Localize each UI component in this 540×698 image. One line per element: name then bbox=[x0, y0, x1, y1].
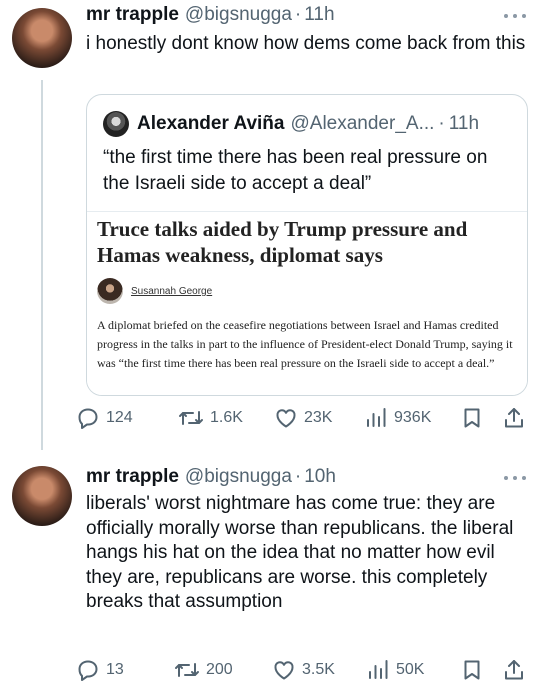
views-icon bbox=[367, 408, 386, 427]
like-icon bbox=[274, 661, 294, 680]
separator-dot: · bbox=[294, 466, 302, 487]
tweet-header: mr trapple @bigsnugga · 10h bbox=[86, 464, 336, 490]
author-photo bbox=[97, 278, 123, 304]
action-bar: 124 1.6K 23K 936K bbox=[76, 406, 526, 430]
share-icon bbox=[505, 408, 523, 428]
repost-count: 1.6K bbox=[210, 409, 243, 426]
bookmark-icon bbox=[464, 408, 480, 428]
like-count: 23K bbox=[304, 409, 333, 426]
bookmark-icon bbox=[464, 660, 480, 680]
tweet-header: mr trapple @bigsnugga · 11h bbox=[86, 2, 335, 28]
article-byline: Susannah George bbox=[97, 278, 212, 304]
reply-button[interactable]: 13 bbox=[76, 658, 124, 682]
quote-timestamp: 11h bbox=[448, 113, 480, 134]
username[interactable]: @bigsnugga bbox=[185, 4, 292, 26]
tweet[interactable]: mr trapple @bigsnugga · 10h liberals' wo… bbox=[0, 452, 540, 698]
reply-button[interactable]: 124 bbox=[76, 406, 133, 430]
bookmark-button[interactable] bbox=[460, 406, 484, 430]
action-bar: 13 200 3.5K 50K bbox=[76, 658, 526, 682]
more-icon[interactable] bbox=[504, 474, 526, 482]
quote-avatar bbox=[103, 111, 129, 137]
like-icon bbox=[276, 409, 296, 428]
article-headline: Truce talks aided by Trump pressure and … bbox=[97, 217, 468, 267]
reply-count: 124 bbox=[106, 409, 133, 426]
quote-tweet[interactable]: Alexander Aviña @Alexander_A... · 11h “t… bbox=[86, 94, 528, 396]
repost-icon bbox=[179, 411, 203, 425]
views-icon bbox=[369, 660, 388, 679]
timestamp[interactable]: 10h bbox=[304, 466, 336, 488]
bookmark-button[interactable] bbox=[460, 658, 484, 682]
more-icon[interactable] bbox=[504, 12, 526, 20]
share-icon bbox=[505, 660, 523, 680]
article-screenshot[interactable]: Truce talks aided by Trump pressure and … bbox=[87, 211, 527, 395]
avatar[interactable] bbox=[12, 8, 72, 68]
views-count: 50K bbox=[396, 661, 425, 678]
display-name[interactable]: mr trapple bbox=[86, 4, 179, 26]
repost-button[interactable]: 200 bbox=[174, 658, 233, 682]
tweet-text: i honestly dont know how dems come back … bbox=[86, 33, 526, 54]
like-button[interactable]: 23K bbox=[274, 406, 332, 430]
share-button[interactable] bbox=[502, 406, 526, 430]
like-count: 3.5K bbox=[302, 661, 335, 678]
separator-dot: · bbox=[438, 113, 445, 134]
reply-count: 13 bbox=[106, 661, 124, 678]
quote-username: @Alexander_A... bbox=[290, 113, 435, 134]
username[interactable]: @bigsnugga bbox=[185, 466, 292, 488]
like-button[interactable]: 3.5K bbox=[272, 658, 335, 682]
views-count: 936K bbox=[394, 409, 432, 426]
display-name[interactable]: mr trapple bbox=[86, 466, 179, 488]
views-button[interactable]: 50K bbox=[366, 658, 424, 682]
author-name: Susannah George bbox=[131, 285, 213, 297]
share-button[interactable] bbox=[502, 658, 526, 682]
reply-icon bbox=[78, 408, 98, 429]
repost-icon bbox=[175, 663, 199, 677]
reply-icon bbox=[78, 660, 98, 681]
quote-header: Alexander Aviña @Alexander_A... · 11h bbox=[103, 111, 479, 137]
views-button[interactable]: 936K bbox=[364, 406, 431, 430]
repost-count: 200 bbox=[206, 661, 233, 678]
separator-dot: · bbox=[294, 4, 302, 25]
quote-text: “the first time there has been real pres… bbox=[103, 147, 488, 194]
avatar[interactable] bbox=[12, 466, 72, 526]
repost-button[interactable]: 1.6K bbox=[178, 406, 243, 430]
tweet[interactable]: mr trapple @bigsnugga · 11h i honestly d… bbox=[0, 0, 540, 452]
tweet-text: liberals' worst nightmare has come true:… bbox=[86, 493, 514, 612]
article-body: A diplomat briefed on the ceasefire nego… bbox=[97, 318, 513, 370]
quote-display-name: Alexander Aviña bbox=[137, 113, 285, 134]
timestamp[interactable]: 11h bbox=[304, 4, 334, 26]
